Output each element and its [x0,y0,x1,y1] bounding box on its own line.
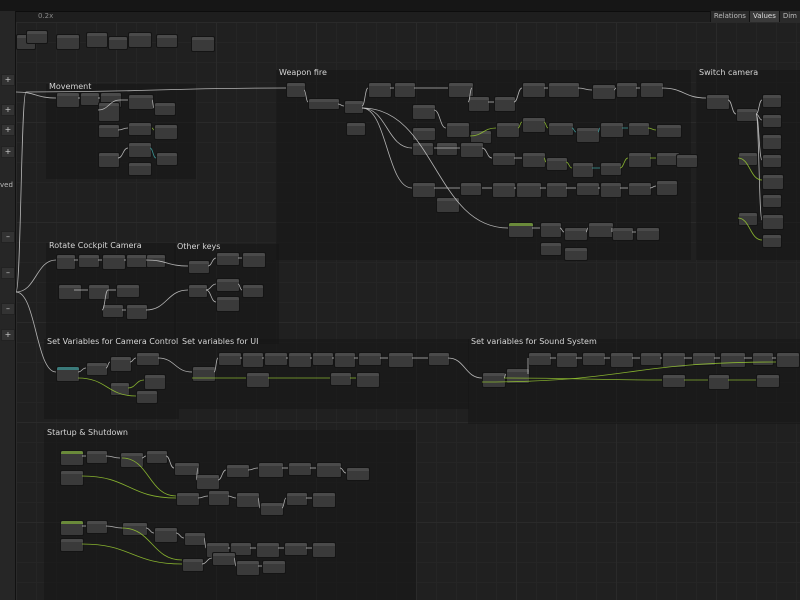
graph-wire [281,497,287,509]
graph-wire [559,227,565,233]
graph-wire [77,367,87,373]
graph-wire [16,259,57,293]
graph-wire [447,357,483,379]
graph-wire [727,99,737,115]
graph-wire [117,127,129,131]
graph-wire [613,87,617,91]
graph-wire [201,557,213,565]
graph-wire [597,127,601,133]
graph-wire [165,455,175,469]
graph-wire [175,532,185,539]
graph-wire [16,91,27,293]
graph-wire [25,87,287,93]
zoom-level: 0.2x [38,12,54,20]
graph-wire [81,475,177,499]
graph-wire [303,89,309,103]
graph-wire [661,87,707,99]
tab-relations[interactable]: Relations [709,11,749,22]
graph-wire [151,127,155,131]
graph-wire [105,455,121,459]
graph-wire [755,113,763,221]
graph-wire [157,357,193,373]
graph-wire [129,357,137,363]
graph-wire [467,87,473,103]
graph-wire [585,227,589,233]
graph-wire [433,109,447,129]
sidebar-label: ved [0,181,13,189]
graph-wire [337,103,345,107]
graph-wire [117,147,129,159]
graph-wire [105,361,111,369]
graph-wire [213,357,219,373]
graph-wire [481,361,777,383]
graph-wire [513,87,523,103]
graph-wire [237,283,243,291]
graph-wire [16,91,57,99]
add-button[interactable]: + [1,104,15,116]
remove-button[interactable]: – [1,231,15,243]
graph-wire [151,99,155,109]
graph-wire [141,455,147,459]
graph-wire [737,157,763,181]
add-button[interactable]: + [1,329,15,341]
add-button[interactable]: + [1,124,15,136]
graph-wire [77,377,137,397]
graph-wire [481,147,493,159]
top-toolbar [0,0,800,12]
graph-wire [16,291,57,373]
graph-wire [145,527,155,534]
tab-dim[interactable]: Dim [778,11,800,22]
graph-canvas[interactable]: Movement Weapon fire Switch camera Rotat… [16,22,800,600]
add-button[interactable]: + [1,146,15,158]
graph-wire [149,147,157,159]
graph-wire [649,185,657,189]
graph-wire [503,377,663,381]
graph-wire [105,525,123,529]
graph-wire [339,467,347,474]
add-button[interactable]: + [1,74,15,86]
graph-wire [257,497,261,509]
graph-wire [361,107,413,189]
graph-wire [217,469,227,481]
graph-wire [101,289,109,311]
tab-values[interactable]: Values [748,11,779,22]
graph-wire [469,127,497,137]
graph-wires [16,87,777,567]
graph-wire [503,373,507,379]
inspector-tabs: Relations Values Dim [709,11,800,22]
graph-wire [517,121,523,129]
graph-wire [145,289,189,311]
graph-wire [127,379,145,389]
graph-wire [233,557,237,567]
graph-wire [543,157,547,163]
sidebar: + + + + ved – – – + [0,11,16,600]
graph-wire [203,537,207,549]
graph-wire [543,121,549,129]
graph-wire [577,87,593,91]
graph-wire [197,495,209,499]
graph-wire [361,87,369,107]
graph-wire [205,289,217,303]
graph-wire [97,99,121,111]
remove-button[interactable]: – [1,303,15,315]
graph-wire [195,467,199,481]
graph-wire [121,457,177,497]
remove-button[interactable]: – [1,267,15,279]
graph-wire [571,127,577,133]
graph-wire [145,259,189,267]
graph-wire [81,543,183,565]
graph-wire [737,217,763,241]
graph-wire [207,257,217,267]
graph-wire [565,161,573,169]
graph-wire [361,107,509,229]
graph-wire [227,495,237,499]
graph-wire [755,99,763,115]
graph-wire [205,283,217,291]
graph-wire [247,467,259,471]
graph-wire [647,127,657,131]
graph-wire [619,157,629,169]
